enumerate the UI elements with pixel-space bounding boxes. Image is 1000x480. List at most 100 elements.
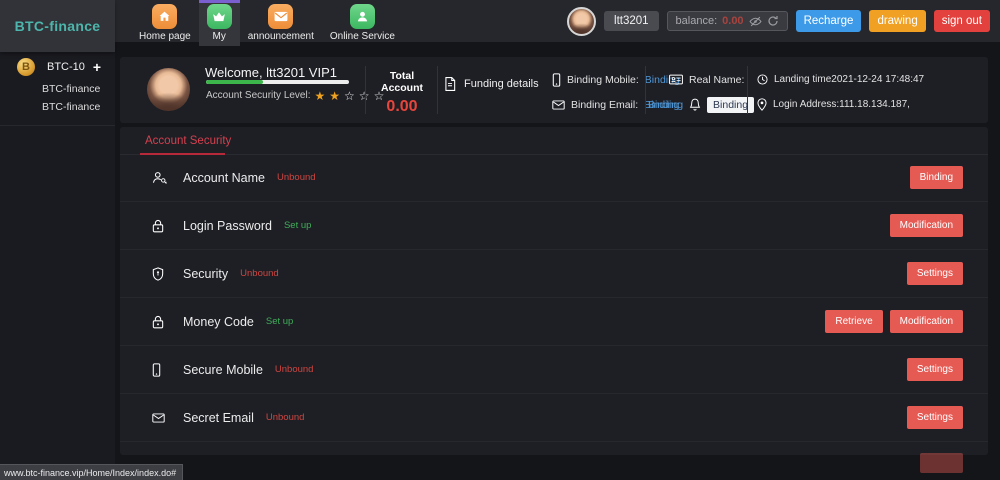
real-name-label: Real Name: bbox=[689, 74, 744, 86]
nav-label-my: My bbox=[213, 31, 226, 42]
home-icon bbox=[152, 4, 177, 29]
real-name-row: Real Name: bbox=[648, 71, 754, 88]
drawing-button[interactable]: drawing bbox=[869, 10, 925, 32]
panel-divider bbox=[437, 66, 438, 114]
nav-label-announcement: announcement bbox=[248, 31, 314, 42]
username-chip: ltt3201 bbox=[604, 11, 659, 31]
row-label: Login Password bbox=[183, 219, 272, 233]
tab-bar: Account Security bbox=[120, 127, 988, 155]
plus-icon[interactable]: + bbox=[93, 59, 101, 75]
landing-time-row: Landing time2021-12-24 17:48:47 bbox=[757, 71, 924, 88]
nav-item-my[interactable]: My bbox=[199, 0, 240, 46]
balance-chip: balance: 0.00 bbox=[667, 11, 788, 31]
modification-button[interactable]: Modification bbox=[890, 214, 963, 237]
nav-item-home[interactable]: Home page bbox=[131, 0, 199, 46]
sidebar: B BTC-10 + BTC-finance BTC-finance bbox=[0, 52, 115, 480]
security-level-row: Account Security Level: ★ ★ ☆ ☆ ☆ bbox=[206, 90, 384, 101]
id-card-icon bbox=[669, 74, 683, 85]
row-label: Account Name bbox=[183, 171, 265, 185]
total-account-value: 0.00 bbox=[370, 98, 434, 116]
sidebar-market-row[interactable]: B BTC-10 + bbox=[0, 52, 115, 80]
bell-icon[interactable] bbox=[689, 98, 701, 111]
real-name-column: Real Name: Binding Binding bbox=[648, 71, 754, 113]
nav-label-online-service: Online Service bbox=[330, 31, 395, 42]
user-key-icon bbox=[152, 171, 170, 184]
retrieve-button[interactable]: Retrieve bbox=[825, 310, 882, 333]
security-row-login-password: Login Password Set up Modification bbox=[120, 202, 988, 250]
binding-mobile-label: Binding Mobile: bbox=[567, 74, 639, 86]
row-status: Set up bbox=[284, 220, 311, 231]
envelope-icon bbox=[552, 100, 565, 110]
top-navigation: Home page My announcement Online Service bbox=[131, 0, 403, 42]
user-toolbar: ltt3201 balance: 0.00 Recharge drawing s… bbox=[567, 0, 990, 42]
settings-button[interactable]: Settings bbox=[907, 406, 963, 429]
balance-value: 0.00 bbox=[722, 15, 743, 27]
login-address-text: Login Address:111.18.134.187, bbox=[773, 99, 910, 110]
security-progress-fill bbox=[206, 80, 263, 84]
envelope-icon bbox=[152, 413, 170, 423]
document-icon bbox=[444, 77, 456, 91]
sidebar-item-btc-finance-2[interactable]: BTC-finance bbox=[0, 98, 115, 116]
binding-button[interactable]: Binding bbox=[910, 166, 963, 189]
mobile-icon bbox=[552, 73, 561, 87]
status-url-text: www.btc-finance.vip/Home/Index/index.do# bbox=[4, 468, 176, 478]
top-header: Home page My announcement Online Service… bbox=[0, 0, 1000, 42]
app-logo: BTC-finance bbox=[15, 18, 101, 34]
login-info-column: Landing time2021-12-24 17:48:47 Login Ad… bbox=[757, 71, 924, 113]
row-label: Security bbox=[183, 267, 228, 281]
account-security-card: Account Security Account Name Unbound Bi… bbox=[120, 127, 988, 455]
real-name-binding-link[interactable]: Binding bbox=[648, 99, 683, 111]
refresh-icon[interactable] bbox=[767, 15, 779, 27]
modification-button[interactable]: Modification bbox=[890, 310, 963, 333]
nav-item-announcement[interactable]: announcement bbox=[240, 0, 322, 46]
panel-divider bbox=[365, 66, 366, 114]
market-label: BTC-10 bbox=[47, 61, 93, 73]
sign-out-button[interactable]: sign out bbox=[934, 10, 990, 32]
security-row-secure-mobile: Secure Mobile Unbound Settings bbox=[120, 346, 988, 394]
user-avatar-small[interactable] bbox=[567, 7, 596, 36]
panel-divider bbox=[645, 66, 646, 114]
row-label: Money Code bbox=[183, 315, 254, 329]
security-row-account-name: Account Name Unbound Binding bbox=[120, 154, 988, 202]
security-row-secret-email: Secret Email Unbound Settings bbox=[120, 394, 988, 442]
settings-button[interactable]: Settings bbox=[907, 262, 963, 285]
nav-label-home: Home page bbox=[139, 31, 191, 42]
landing-time-text: Landing time2021-12-24 17:48:47 bbox=[774, 74, 924, 85]
tab-account-security[interactable]: Account Security bbox=[145, 135, 231, 147]
star-icon: ★ bbox=[329, 91, 340, 101]
funding-details-link[interactable]: Funding details bbox=[444, 77, 539, 91]
settings-button[interactable]: Settings bbox=[907, 358, 963, 381]
nav-item-online-service[interactable]: Online Service bbox=[322, 0, 403, 46]
recharge-button[interactable]: Recharge bbox=[796, 10, 862, 32]
sidebar-item-btc-finance-1[interactable]: BTC-finance bbox=[0, 80, 115, 98]
browser-status-bar: www.btc-finance.vip/Home/Index/index.do# bbox=[0, 464, 183, 480]
mobile-icon bbox=[152, 363, 170, 377]
crown-icon bbox=[207, 4, 232, 29]
total-account-block: Total Account 0.00 bbox=[370, 70, 434, 116]
row-label: Secure Mobile bbox=[183, 363, 263, 377]
row-status: Unbound bbox=[240, 268, 279, 279]
binding-email-label: Binding Email: bbox=[571, 99, 638, 111]
btc-coin-icon: B bbox=[17, 58, 35, 76]
location-pin-icon bbox=[757, 98, 767, 111]
shield-icon bbox=[152, 267, 170, 281]
security-progress-bar bbox=[206, 80, 349, 84]
row-status: Unbound bbox=[266, 412, 305, 423]
envelope-icon bbox=[268, 4, 293, 29]
panel-divider bbox=[747, 66, 748, 114]
row-status: Unbound bbox=[275, 364, 314, 375]
login-address-row: Login Address:111.18.134.187, bbox=[757, 96, 924, 113]
star-icon: ☆ bbox=[344, 91, 355, 101]
funding-details-label: Funding details bbox=[464, 78, 539, 90]
sidebar-divider bbox=[0, 125, 115, 126]
eye-off-icon[interactable] bbox=[749, 16, 762, 27]
lock-icon bbox=[152, 315, 170, 329]
partially-visible-settings-button[interactable] bbox=[920, 453, 963, 473]
row-label: Secret Email bbox=[183, 411, 254, 425]
logo-panel: BTC-finance bbox=[0, 0, 115, 52]
star-icon: ★ bbox=[315, 91, 326, 101]
balance-label: balance: bbox=[676, 15, 718, 27]
security-level-label: Account Security Level: bbox=[206, 90, 311, 101]
security-rows: Account Name Unbound Binding Login Passw… bbox=[120, 154, 988, 442]
row-status: Unbound bbox=[277, 172, 316, 183]
